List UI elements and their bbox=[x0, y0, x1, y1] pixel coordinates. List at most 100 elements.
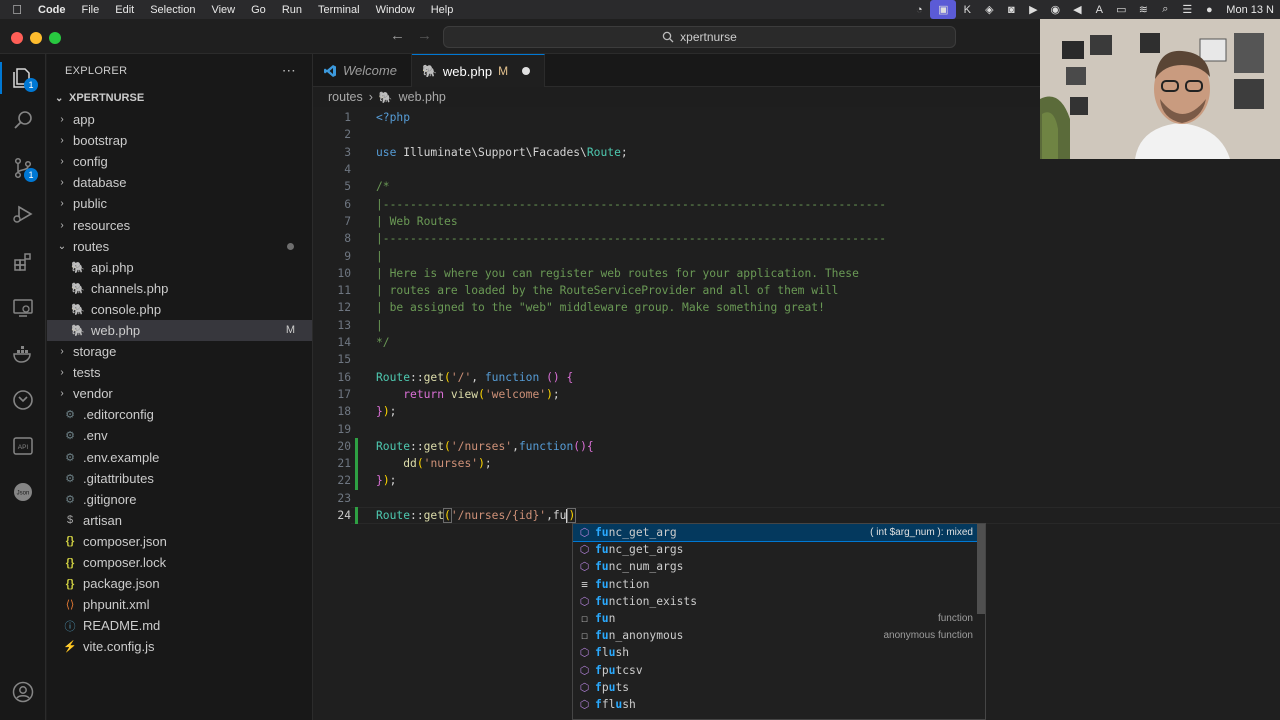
code-line[interactable]: 11 | routes are loaded by the RouteServic… bbox=[313, 282, 1280, 299]
explorer-file[interactable]: ⚙ .gitignore bbox=[47, 489, 312, 510]
apple-icon[interactable]:  bbox=[0, 2, 34, 17]
search-activity-icon[interactable] bbox=[0, 100, 46, 140]
explorer-folder[interactable]: › database bbox=[47, 172, 312, 193]
explorer-folder[interactable]: ⌄ routes bbox=[47, 236, 312, 257]
code-line[interactable]: 7 | Web Routes bbox=[313, 213, 1280, 230]
code-line[interactable]: 13 | bbox=[313, 317, 1280, 334]
status-play-icon[interactable]: ▶ bbox=[1022, 0, 1044, 19]
explorer-file[interactable]: {} package.json bbox=[47, 573, 312, 594]
explorer-file[interactable]: 🐘 console.php bbox=[47, 299, 312, 320]
explorer-file[interactable]: $ artisan bbox=[47, 510, 312, 531]
code-line[interactable]: 12 | be assigned to the "web" middleware … bbox=[313, 299, 1280, 316]
suggestion-item[interactable]: ⬡ func_get_arg ( int $arg_num ): mixed bbox=[573, 524, 985, 543]
suggestion-item[interactable]: ⬡ fputcsv bbox=[573, 662, 985, 679]
menu-terminal[interactable]: Terminal bbox=[310, 4, 368, 16]
explorer-file[interactable]: ⚙ .env bbox=[47, 425, 312, 446]
suggestion-item[interactable]: ☐ fun_anonymous anonymous function bbox=[573, 627, 985, 644]
git-added-gutter[interactable] bbox=[355, 472, 358, 490]
zoom-window-button[interactable] bbox=[49, 32, 61, 44]
suggestions-scrollbar[interactable] bbox=[977, 524, 985, 614]
explorer-file[interactable]: ⓘ README.md bbox=[47, 615, 312, 636]
menu-run[interactable]: Run bbox=[274, 4, 310, 16]
suggestion-item[interactable]: ⬡ flush bbox=[573, 644, 985, 661]
code-line[interactable]: 8 |--------------------------------------… bbox=[313, 230, 1280, 247]
explorer-folder[interactable]: › tests bbox=[47, 362, 312, 383]
breadcrumb-folder[interactable]: routes bbox=[328, 90, 363, 104]
menu-help[interactable]: Help bbox=[423, 4, 462, 16]
explorer-file[interactable]: ⚙ .env.example bbox=[47, 447, 312, 468]
code-line[interactable]: 17 return view('welcome'); bbox=[313, 386, 1280, 403]
code-line[interactable]: 16 Route::get('/', function () { bbox=[313, 369, 1280, 386]
explorer-activity-icon[interactable]: 1 bbox=[0, 58, 46, 98]
git-added-gutter[interactable] bbox=[355, 506, 358, 525]
status-screen-icon[interactable]: ▣ bbox=[930, 0, 957, 19]
explorer-folder[interactable]: › bootstrap bbox=[47, 130, 312, 151]
input-source-icon[interactable]: A bbox=[1088, 0, 1110, 19]
command-center-search[interactable]: xpertnurse bbox=[443, 26, 956, 48]
status-record-icon[interactable]: ◙ bbox=[1000, 0, 1022, 19]
json-icon[interactable]: Json bbox=[0, 472, 46, 512]
code-line[interactable]: 6 |--------------------------------------… bbox=[313, 196, 1280, 213]
explorer-file[interactable]: ⚙ .gitattributes bbox=[47, 468, 312, 489]
git-added-gutter[interactable] bbox=[355, 455, 358, 473]
code-line[interactable]: 23 bbox=[313, 490, 1280, 507]
menu-app[interactable]: Code bbox=[34, 4, 74, 16]
docker-icon[interactable] bbox=[0, 334, 46, 374]
accounts-icon[interactable] bbox=[0, 672, 46, 712]
suggestion-item[interactable]: ≡ function bbox=[573, 576, 985, 593]
status-layers-icon[interactable]: ◈ bbox=[978, 0, 1000, 19]
tab-welcome[interactable]: Welcome bbox=[313, 54, 412, 87]
suggestion-item[interactable]: ⬡ fflush bbox=[573, 696, 985, 713]
code-line[interactable]: 22}); bbox=[313, 472, 1280, 490]
menu-file[interactable]: File bbox=[74, 4, 108, 16]
code-line[interactable]: 5 /* bbox=[313, 178, 1280, 195]
menu-selection[interactable]: Selection bbox=[142, 4, 203, 16]
status-control-icon[interactable]: ◉ bbox=[1044, 0, 1066, 19]
explorer-file[interactable]: 🐘 channels.php bbox=[47, 278, 312, 299]
forward-arrow-icon[interactable]: → bbox=[417, 27, 432, 44]
more-actions-icon[interactable]: ⋯ bbox=[282, 62, 296, 79]
explorer-file[interactable]: {} composer.json bbox=[47, 531, 312, 552]
siri-icon[interactable]: ● bbox=[1198, 0, 1220, 19]
explorer-folder[interactable]: › app bbox=[47, 109, 312, 130]
code-line[interactable]: 21 dd('nurses'); bbox=[313, 455, 1280, 473]
code-line[interactable]: 4 bbox=[313, 161, 1280, 178]
breadcrumb-file[interactable]: web.php bbox=[399, 90, 446, 104]
explorer-folder[interactable]: › public bbox=[47, 193, 312, 214]
explorer-file[interactable]: 🐘 web.php M bbox=[47, 319, 312, 342]
menu-edit[interactable]: Edit bbox=[107, 4, 142, 16]
menu-go[interactable]: Go bbox=[243, 4, 274, 16]
code-line[interactable]: 10 | Here is where you can register web r… bbox=[313, 265, 1280, 282]
menu-window[interactable]: Window bbox=[368, 4, 423, 16]
suggestion-item[interactable]: ☐ fun function bbox=[573, 610, 985, 627]
code-line[interactable]: 20 Route::get('/nurses',function(){ bbox=[313, 437, 1280, 455]
code-line[interactable]: 19 bbox=[313, 420, 1280, 437]
status-k-icon[interactable]: K bbox=[956, 0, 978, 19]
unsaved-dot-icon[interactable] bbox=[522, 67, 531, 75]
git-added-gutter[interactable] bbox=[355, 437, 358, 455]
suggestion-item[interactable]: ⬡ fputs bbox=[573, 679, 985, 696]
spotlight-icon[interactable]: ⌕ bbox=[1154, 0, 1176, 19]
code-line[interactable]: 18}); bbox=[313, 403, 1280, 420]
explorer-file[interactable]: {} composer.lock bbox=[47, 552, 312, 573]
source-control-icon[interactable]: 1 bbox=[0, 148, 46, 188]
code-line[interactable]: 14 */ bbox=[313, 334, 1280, 351]
explorer-file[interactable]: ⚙ .editorconfig bbox=[47, 404, 312, 425]
tab-web-php[interactable]: 🐘 web.php M bbox=[411, 54, 546, 87]
menu-view[interactable]: View bbox=[203, 4, 243, 16]
suggestion-item[interactable]: ⬡ func_get_args bbox=[573, 541, 985, 558]
code-line[interactable]: 9 | bbox=[313, 247, 1280, 264]
suggestion-item[interactable]: ⬡ func_num_args bbox=[573, 558, 985, 575]
api-icon[interactable]: API bbox=[0, 426, 46, 466]
control-center-icon[interactable]: ☰ bbox=[1176, 0, 1198, 19]
explorer-file[interactable]: ⚡ vite.config.js bbox=[47, 636, 312, 657]
explorer-folder[interactable]: › vendor bbox=[47, 383, 312, 404]
code-line[interactable]: 24 Route::get('/nurses/{id}',fu) bbox=[313, 506, 1280, 525]
battery-icon[interactable]: ▭ bbox=[1110, 0, 1132, 19]
menubar-clock[interactable]: Mon 13 N bbox=[1220, 4, 1280, 16]
status-gauge-icon[interactable]: ◔ bbox=[908, 0, 930, 19]
explorer-folder[interactable]: › resources bbox=[47, 214, 312, 235]
explorer-folder[interactable]: › config bbox=[47, 151, 312, 172]
minimize-window-button[interactable] bbox=[30, 32, 42, 44]
close-window-button[interactable] bbox=[11, 32, 23, 44]
